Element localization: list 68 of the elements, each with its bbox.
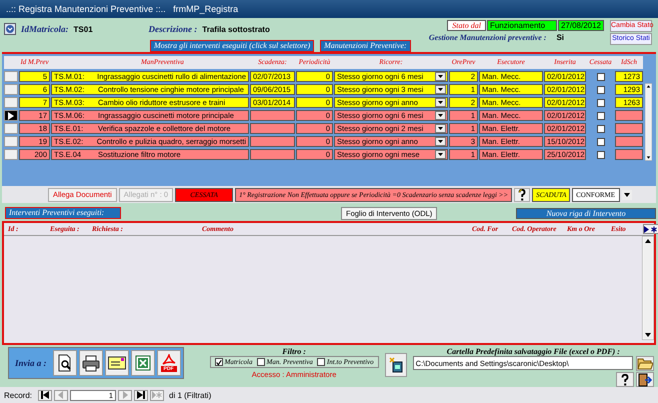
record-selector[interactable] <box>4 110 18 121</box>
field-value: Si <box>556 33 564 42</box>
new-record-button[interactable] <box>643 224 658 234</box>
state-field: Funzionamento <box>486 20 557 31</box>
window-title: ..:: Registra Manutenzioni Preventive ::.. frmMP_Registra <box>6 4 238 14</box>
export-icon <box>388 357 403 373</box>
checkbox[interactable] <box>596 98 604 106</box>
check-icon <box>216 358 222 366</box>
checkbox[interactable] <box>596 124 604 132</box>
scrollbar[interactable] <box>642 236 654 340</box>
section-caption: Manutenzioni Preventive: <box>320 40 411 52</box>
new-record-icon <box>644 226 658 232</box>
last-record-button[interactable] <box>134 390 148 400</box>
new-record-icon <box>152 391 162 399</box>
field-label: Descrizione : <box>148 24 198 34</box>
scroll-down-icon[interactable] <box>622 190 632 200</box>
checkbox[interactable] <box>214 358 222 366</box>
field-value: Trafila sottostrato <box>202 24 270 34</box>
help-button[interactable] <box>616 372 634 387</box>
last-icon <box>136 391 146 399</box>
section-caption: Mostra gli interventi eseguiti (click sul selettore) <box>150 40 314 52</box>
dropdown-icon[interactable] <box>4 23 16 35</box>
checkbox[interactable] <box>596 138 604 146</box>
first-icon <box>40 391 50 399</box>
open-folder-button[interactable] <box>636 356 654 371</box>
dropdown-arrow-icon[interactable] <box>435 111 446 120</box>
field-label: Gestione Manutenzioni preventive : <box>428 33 546 42</box>
exit-button[interactable] <box>636 372 654 387</box>
folder-icon <box>637 357 653 370</box>
next-icon <box>120 391 130 399</box>
dropdown-arrow-icon[interactable] <box>435 124 446 133</box>
checkbox[interactable] <box>596 86 604 94</box>
dropdown-arrow-icon[interactable] <box>435 85 446 94</box>
help-icon <box>621 374 629 386</box>
date-field: 27/08/2012 <box>558 20 604 31</box>
pointer-icon <box>8 112 14 120</box>
spreadsheet-icon <box>134 354 152 372</box>
field-label: IdMatricola: <box>21 24 69 34</box>
field-label: Stato dal <box>447 20 486 31</box>
dropdown-arrow-icon[interactable] <box>435 137 446 146</box>
help-button[interactable] <box>514 188 530 202</box>
filter-label: Filtro : <box>282 347 306 356</box>
print-button[interactable] <box>78 350 102 376</box>
field-value: TS01 <box>74 24 94 34</box>
help-icon <box>518 188 526 200</box>
export-button[interactable] <box>384 353 407 377</box>
record-count: di 1 (Filtrati) <box>169 390 212 400</box>
new-row-button[interactable]: Nuova riga di Intervento <box>516 208 656 218</box>
folder-label: Cartella Predefinita salvataggio File (excel o PDF) : <box>446 347 621 356</box>
exit-door-icon <box>638 372 652 386</box>
print-preview-button[interactable] <box>52 350 76 376</box>
checkbox[interactable] <box>256 358 264 366</box>
printer-icon <box>82 354 100 372</box>
send-label: Invia a : <box>14 358 48 368</box>
checkbox[interactable] <box>596 150 604 158</box>
dropdown-arrow-icon[interactable] <box>435 150 446 159</box>
checkbox[interactable] <box>596 112 604 120</box>
section-caption: Interventi Preventivi eseguiti: <box>5 207 121 219</box>
excel-button[interactable] <box>130 350 154 376</box>
preview-icon <box>56 354 74 372</box>
dropdown-arrow-icon[interactable] <box>435 98 446 107</box>
checkbox[interactable] <box>316 358 325 366</box>
first-record-button[interactable] <box>38 390 52 400</box>
envelope-icon <box>108 354 126 372</box>
checkbox[interactable] <box>596 72 604 80</box>
dropdown-arrow-icon[interactable] <box>435 72 446 81</box>
email-button[interactable] <box>104 350 128 376</box>
record-label: Record: <box>4 390 32 400</box>
